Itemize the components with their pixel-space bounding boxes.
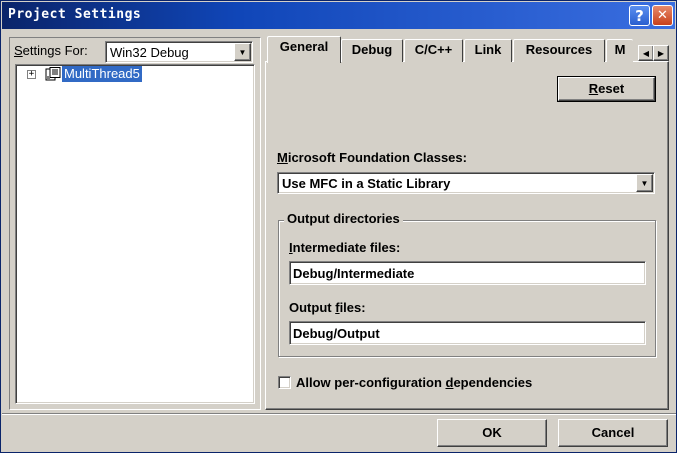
window-title: Project Settings (8, 7, 142, 22)
tab-link[interactable]: Link (464, 39, 512, 62)
per-config-dependencies-checkbox[interactable] (278, 376, 291, 389)
tab-resources[interactable]: Resources (513, 39, 605, 62)
tab-more[interactable]: M (606, 39, 633, 62)
tab-general[interactable]: General (267, 36, 341, 63)
intermediate-files-value: Debug/Intermediate (293, 266, 415, 281)
reset-mnemonic: R (588, 81, 599, 96)
reset-text: eset (598, 81, 625, 96)
cancel-button[interactable]: Cancel (558, 419, 668, 447)
tab-scroll-right-button[interactable]: ▶ (653, 45, 669, 61)
settings-for-text: ettings For: (22, 43, 88, 58)
intermediate-label-text: ntermediate files: (292, 240, 401, 255)
intermediate-files-input[interactable]: Debug/Intermediate (289, 261, 646, 285)
tree-expand-icon[interactable]: + (27, 70, 36, 79)
checkbox-label-post: ependencies (453, 375, 533, 390)
help-button[interactable]: ? (629, 5, 650, 26)
ok-button[interactable]: OK (437, 419, 547, 447)
intermediate-files-label: Intermediate files: (289, 240, 400, 255)
per-config-dependencies-label[interactable]: Allow per-configuration dependencies (296, 375, 532, 390)
reset-button[interactable]: Reset (557, 76, 656, 102)
close-icon: ✕ (657, 8, 668, 23)
settings-for-dropdown-button[interactable]: ▼ (234, 43, 251, 61)
mfc-label: Microsoft Foundation Classes: (277, 150, 467, 165)
mfc-value: Use MFC in a Static Library (282, 176, 451, 191)
project-settings-dialog: Project Settings ? ✕ Settings For: Win32… (0, 0, 677, 453)
close-button[interactable]: ✕ (652, 5, 673, 26)
settings-for-combo[interactable]: Win32 Debug ▼ (105, 41, 253, 63)
tab-debug[interactable]: Debug (341, 39, 403, 62)
project-tree[interactable]: + MultiThread5 (15, 64, 255, 404)
chevron-down-icon: ▼ (640, 178, 649, 188)
title-bar[interactable]: Project Settings ? ✕ (2, 2, 675, 29)
settings-for-label: Settings For: (14, 43, 88, 58)
output-files-label: Output files: (289, 300, 366, 315)
mfc-mnemonic: M (277, 150, 288, 165)
mfc-combo[interactable]: Use MFC in a Static Library ▼ (277, 172, 655, 194)
output-files-input[interactable]: Debug/Output (289, 321, 646, 345)
settings-for-mnemonic: S (14, 43, 23, 58)
output-label-post: iles: (339, 300, 366, 315)
chevron-down-icon: ▼ (238, 47, 247, 57)
output-files-value: Debug/Output (293, 326, 380, 341)
tree-item-multithread5[interactable]: MultiThread5 (62, 66, 142, 82)
tab-scroll-left-button[interactable]: ◀ (638, 45, 654, 61)
footer-separator (2, 413, 676, 415)
arrow-right-icon: ▶ (657, 48, 665, 58)
project-icon (45, 67, 61, 81)
settings-for-value: Win32 Debug (110, 45, 189, 60)
output-label-pre: Output (289, 300, 336, 315)
arrow-left-icon: ◀ (642, 48, 650, 58)
mfc-dropdown-button[interactable]: ▼ (636, 174, 653, 192)
mfc-label-text: icrosoft Foundation Classes: (287, 150, 467, 165)
tab-c-cpp[interactable]: C/C++ (404, 39, 463, 62)
checkbox-label-pre: Allow per-configuration (296, 375, 446, 390)
help-icon: ? (635, 6, 644, 25)
output-directories-title: Output directories (284, 211, 403, 226)
